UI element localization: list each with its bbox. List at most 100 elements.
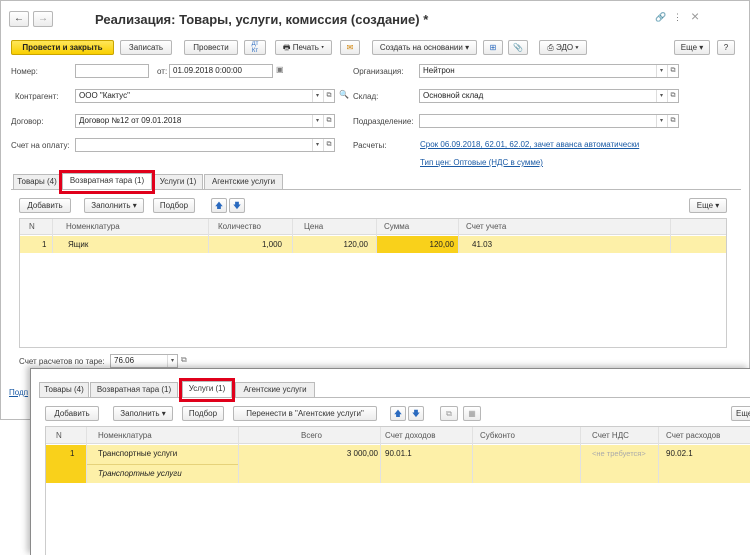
add-button[interactable]: Добавить bbox=[45, 406, 99, 421]
row-item: Транспортные услуги bbox=[98, 449, 178, 458]
contract-field[interactable]: Договор №12 от 09.01.2018 ▾ ⧉ bbox=[75, 114, 335, 128]
move-up-icon[interactable]: 🡅 bbox=[211, 198, 227, 213]
col-nomenclature: Номенклатура bbox=[98, 431, 152, 440]
help-button[interactable]: ? bbox=[717, 40, 735, 55]
settlements-link[interactable]: Срок 06.09.2018, 62.01, 62.02, зачет ава… bbox=[420, 140, 639, 149]
settlements-label: Расчеты: bbox=[353, 141, 387, 150]
highlight-frame bbox=[59, 170, 155, 194]
fill-button[interactable]: Заполнить ▾ bbox=[84, 198, 144, 213]
invoice-label: Счет на оплату: bbox=[11, 141, 70, 150]
returnable-tare-table: N Номенклатура Количество Цена Сумма Сче… bbox=[19, 218, 727, 348]
col-account: Счет учета bbox=[466, 222, 507, 231]
link-icon[interactable]: 🔗 bbox=[655, 10, 666, 24]
bottom-link[interactable]: Подп bbox=[9, 388, 28, 397]
tab-goods[interactable]: Товары (4) bbox=[39, 382, 89, 397]
row-vat-account: <не требуется> bbox=[592, 449, 646, 458]
move-up-icon[interactable]: 🡅 bbox=[390, 406, 406, 421]
open-link-icon[interactable]: ⧉ bbox=[667, 90, 678, 102]
tab-services[interactable]: Услуги (1) bbox=[153, 174, 203, 189]
open-link-icon[interactable]: ⧉ bbox=[323, 115, 334, 127]
dropdown-arrow-icon[interactable]: ▾ bbox=[656, 115, 666, 127]
create-based-on-button[interactable]: Создать на основании ▾ bbox=[372, 40, 477, 55]
open-link-icon[interactable]: ⧉ bbox=[323, 139, 334, 151]
col-n: N bbox=[29, 222, 35, 231]
close-icon[interactable]: × bbox=[691, 9, 699, 23]
col-quantity: Количество bbox=[218, 222, 261, 231]
dropdown-arrow-icon[interactable]: ▾ bbox=[656, 65, 666, 77]
invoice-field[interactable]: ▾ ⧉ bbox=[75, 138, 335, 152]
table-more-button[interactable]: Еще ▾ bbox=[689, 198, 727, 213]
dropdown-arrow-icon[interactable]: ▾ bbox=[167, 355, 177, 367]
services-table: N Номенклатура Всего Счет доходов Субкон… bbox=[45, 426, 750, 555]
services-tab-window: Товары (4) Возвратная тара (1) Услуги (1… bbox=[30, 368, 750, 555]
fill-button[interactable]: Заполнить ▾ bbox=[113, 406, 173, 421]
move-down-icon[interactable]: 🡇 bbox=[229, 198, 245, 213]
row-item-content: Транспортные услуги bbox=[98, 469, 182, 478]
dropdown-arrow-icon[interactable]: ▾ bbox=[656, 90, 666, 102]
highlight-frame bbox=[179, 378, 235, 402]
selected-cell bbox=[46, 445, 86, 483]
print-button[interactable]: 🖶 Печать ▾ bbox=[275, 40, 332, 55]
save-button[interactable]: Записать bbox=[120, 40, 172, 55]
contractor-field[interactable]: ООО "Кактус" ▾ ⧉ bbox=[75, 89, 335, 103]
warehouse-field[interactable]: Основной склад ▾ ⧉ bbox=[419, 89, 679, 103]
open-link-icon[interactable]: ⧉ bbox=[667, 115, 678, 127]
tab-agent-services[interactable]: Агентские услуги bbox=[204, 174, 283, 189]
copy-icon[interactable]: ⧉ bbox=[440, 406, 458, 421]
table-row[interactable]: 1 Транспортные услуги Транспортные услуг… bbox=[46, 445, 750, 483]
col-expense-account: Счет расходов bbox=[666, 431, 721, 440]
row-sum: 120,00 bbox=[429, 240, 454, 249]
edo-button[interactable]: ⎙ ЭДО ▾ bbox=[539, 40, 587, 55]
col-vat-account: Счет НДС bbox=[592, 431, 629, 440]
dropdown-arrow-icon[interactable]: ▾ bbox=[312, 90, 322, 102]
table-edit-icon[interactable]: ▦ bbox=[463, 406, 481, 421]
search-icon[interactable]: 🔍 bbox=[339, 88, 349, 102]
tare-account-field[interactable]: 76.06 ▾ bbox=[110, 354, 178, 368]
tab-goods[interactable]: Товары (4) bbox=[13, 174, 61, 189]
organization-field[interactable]: Нейтрон ▾ ⧉ bbox=[419, 64, 679, 78]
date-input[interactable]: 01.09.2018 0:00:00 bbox=[169, 64, 273, 78]
col-subconto: Субконто bbox=[480, 431, 515, 440]
more-button[interactable]: Еще ▾ bbox=[674, 40, 710, 55]
tab-returnable-tare[interactable]: Возвратная тара (1) bbox=[90, 382, 178, 397]
transfer-to-agent-button[interactable]: Перенести в "Агентские услуги" bbox=[233, 406, 377, 421]
add-button[interactable]: Добавить bbox=[19, 198, 71, 213]
number-input[interactable] bbox=[75, 64, 149, 78]
printer-icon: 🖶 bbox=[282, 43, 293, 52]
price-type-link[interactable]: Тип цен: Оптовые (НДС в сумме) bbox=[420, 158, 543, 167]
col-income-account: Счет доходов bbox=[385, 431, 436, 440]
table-row[interactable]: 1 Ящик 1,000 120,00 120,00 41.03 bbox=[20, 236, 726, 253]
open-link-icon[interactable]: ⧉ bbox=[323, 90, 334, 102]
forward-button[interactable]: → bbox=[33, 11, 53, 27]
table-more-button[interactable]: Еще bbox=[731, 406, 750, 421]
mail-icon[interactable]: ✉ bbox=[340, 40, 360, 55]
col-sum: Сумма bbox=[384, 222, 410, 231]
tab-agent-services[interactable]: Агентские услуги bbox=[235, 382, 315, 397]
move-down-icon[interactable]: 🡇 bbox=[408, 406, 424, 421]
structure-icon[interactable]: ⊞ bbox=[483, 40, 503, 55]
document-window: ← → Реализация: Товары, услуги, комиссия… bbox=[0, 0, 750, 420]
window-title: Реализация: Товары, услуги, комиссия (со… bbox=[95, 12, 429, 27]
department-field[interactable]: ▾ ⧉ bbox=[419, 114, 679, 128]
select-button[interactable]: Подбор bbox=[153, 198, 195, 213]
dropdown-arrow-icon[interactable]: ▾ bbox=[312, 115, 322, 127]
contract-label: Договор: bbox=[11, 117, 44, 126]
cell-divider bbox=[86, 464, 238, 465]
open-link-icon[interactable]: ⧉ bbox=[181, 353, 187, 367]
row-item: Ящик bbox=[68, 240, 89, 249]
post-button[interactable]: Провести bbox=[184, 40, 238, 55]
col-price: Цена bbox=[304, 222, 324, 231]
post-and-close-button[interactable]: Провести и закрыть bbox=[11, 40, 114, 55]
row-number: 1 bbox=[70, 449, 75, 458]
number-label: Номер: bbox=[11, 67, 38, 76]
dropdown-arrow-icon[interactable]: ▾ bbox=[312, 139, 322, 151]
back-button[interactable]: ← bbox=[9, 11, 29, 27]
more-vertical-icon[interactable]: ⋮ bbox=[673, 10, 682, 24]
select-button[interactable]: Подбор bbox=[182, 406, 224, 421]
dt-kt-icon[interactable]: Дт Кт bbox=[244, 40, 266, 55]
tab-divider bbox=[39, 397, 750, 398]
calendar-icon[interactable]: ▣ bbox=[276, 63, 284, 77]
attachment-icon[interactable]: 📎 bbox=[508, 40, 528, 55]
contractor-label: Контрагент: bbox=[15, 92, 59, 101]
open-link-icon[interactable]: ⧉ bbox=[667, 65, 678, 77]
